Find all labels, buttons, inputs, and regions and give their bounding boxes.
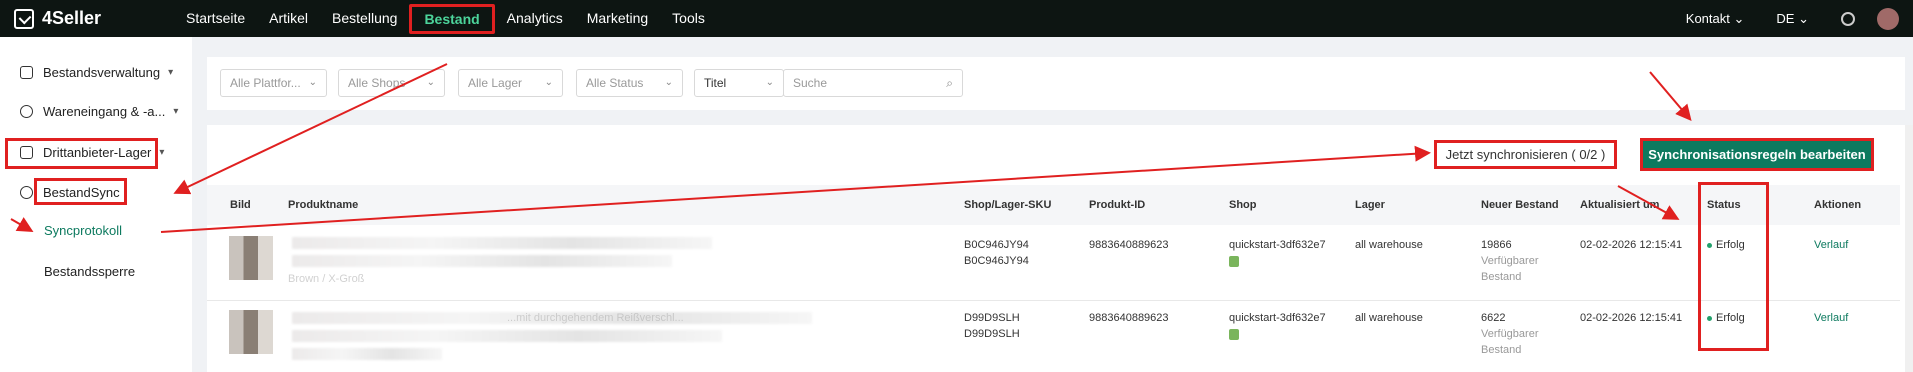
arrow-to-rules-button <box>1649 71 1692 122</box>
arrow-to-status <box>1617 185 1680 220</box>
arrow-to-syncprotokoll <box>10 217 34 233</box>
annotation-arrows <box>10 63 1692 233</box>
arrow-to-sync-button <box>160 145 1431 233</box>
arrow-to-bestandsync <box>173 63 448 195</box>
